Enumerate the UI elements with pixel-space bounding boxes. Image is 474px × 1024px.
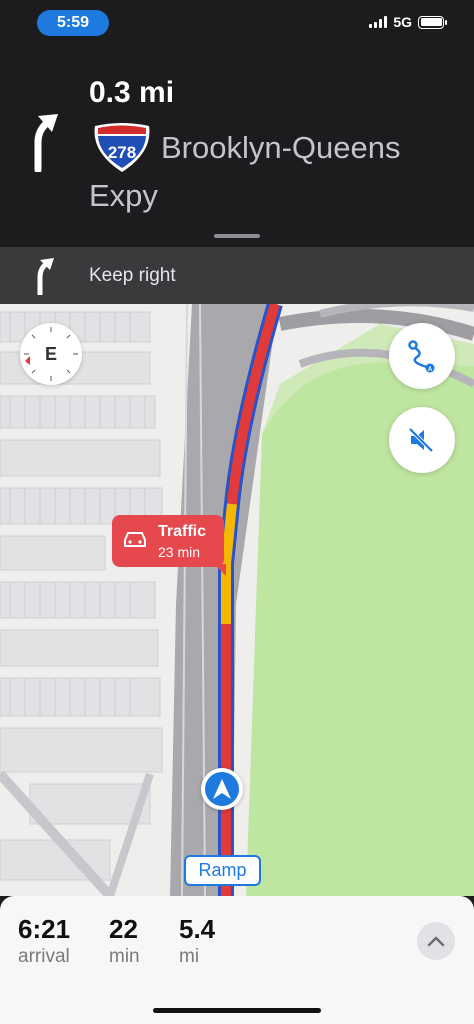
duration-label: min [109, 946, 140, 967]
compass-heading: E [44, 343, 57, 364]
road-label-ramp: Ramp [184, 855, 261, 886]
cellular-signal-icon [369, 16, 388, 28]
home-indicator[interactable] [153, 1008, 321, 1013]
status-time[interactable]: 5:59 [37, 10, 109, 36]
speaker-muted-icon [408, 427, 434, 453]
mute-voice-button[interactable] [389, 407, 455, 473]
expand-trip-button[interactable] [417, 922, 455, 960]
distance-stat: 5.4 mi [179, 914, 215, 970]
car-icon [124, 532, 146, 547]
shield-number: 278 [108, 143, 136, 162]
maneuver-distance: 0.3 mi [89, 76, 175, 109]
traffic-alert-title: Traffic [158, 523, 207, 540]
bear-left-arrow-icon [37, 258, 54, 295]
status-indicators: 5G [369, 14, 447, 30]
arrival-stat: 6:21 arrival [18, 914, 70, 970]
traffic-alert-time: 23 min [158, 544, 201, 560]
guidance-banner[interactable]: 0.3 mi Brooklyn-Queens Expy 278 [0, 50, 474, 247]
bear-left-arrow-icon [34, 114, 58, 172]
traffic-alert-callout[interactable]: Traffic 23 min [112, 515, 226, 576]
compass[interactable]: E [20, 323, 82, 385]
svg-text:A: A [428, 367, 433, 373]
route-overview-button[interactable]: A [389, 323, 455, 389]
interstate-shield-icon: 278 [94, 123, 150, 172]
distance-value: 5.4 [179, 914, 216, 944]
duration-value: 22 [109, 914, 138, 944]
trip-summary-card[interactable]: 6:21 arrival 22 min 5.4 mi [0, 896, 474, 1024]
status-bar: 5:59 5G [0, 0, 474, 50]
next-instruction-bar[interactable]: Keep right [0, 247, 474, 304]
next-instruction-text: Keep right [89, 265, 176, 286]
user-location-puck [201, 768, 243, 810]
network-type: 5G [393, 14, 412, 30]
arrival-time: 6:21 [18, 914, 71, 944]
map-canvas [0, 304, 474, 896]
route-overview-icon: A [408, 340, 435, 373]
navigation-arrow-icon [213, 779, 231, 799]
distance-label: mi [179, 946, 200, 967]
battery-icon [418, 15, 447, 29]
map-view[interactable]: E A Traffic 23 min Ramp [0, 304, 474, 896]
arrival-label: arrival [18, 946, 70, 967]
chevron-up-icon [427, 936, 445, 947]
banner-grabber-handle[interactable] [214, 234, 260, 238]
duration-stat: 22 min [109, 914, 140, 970]
